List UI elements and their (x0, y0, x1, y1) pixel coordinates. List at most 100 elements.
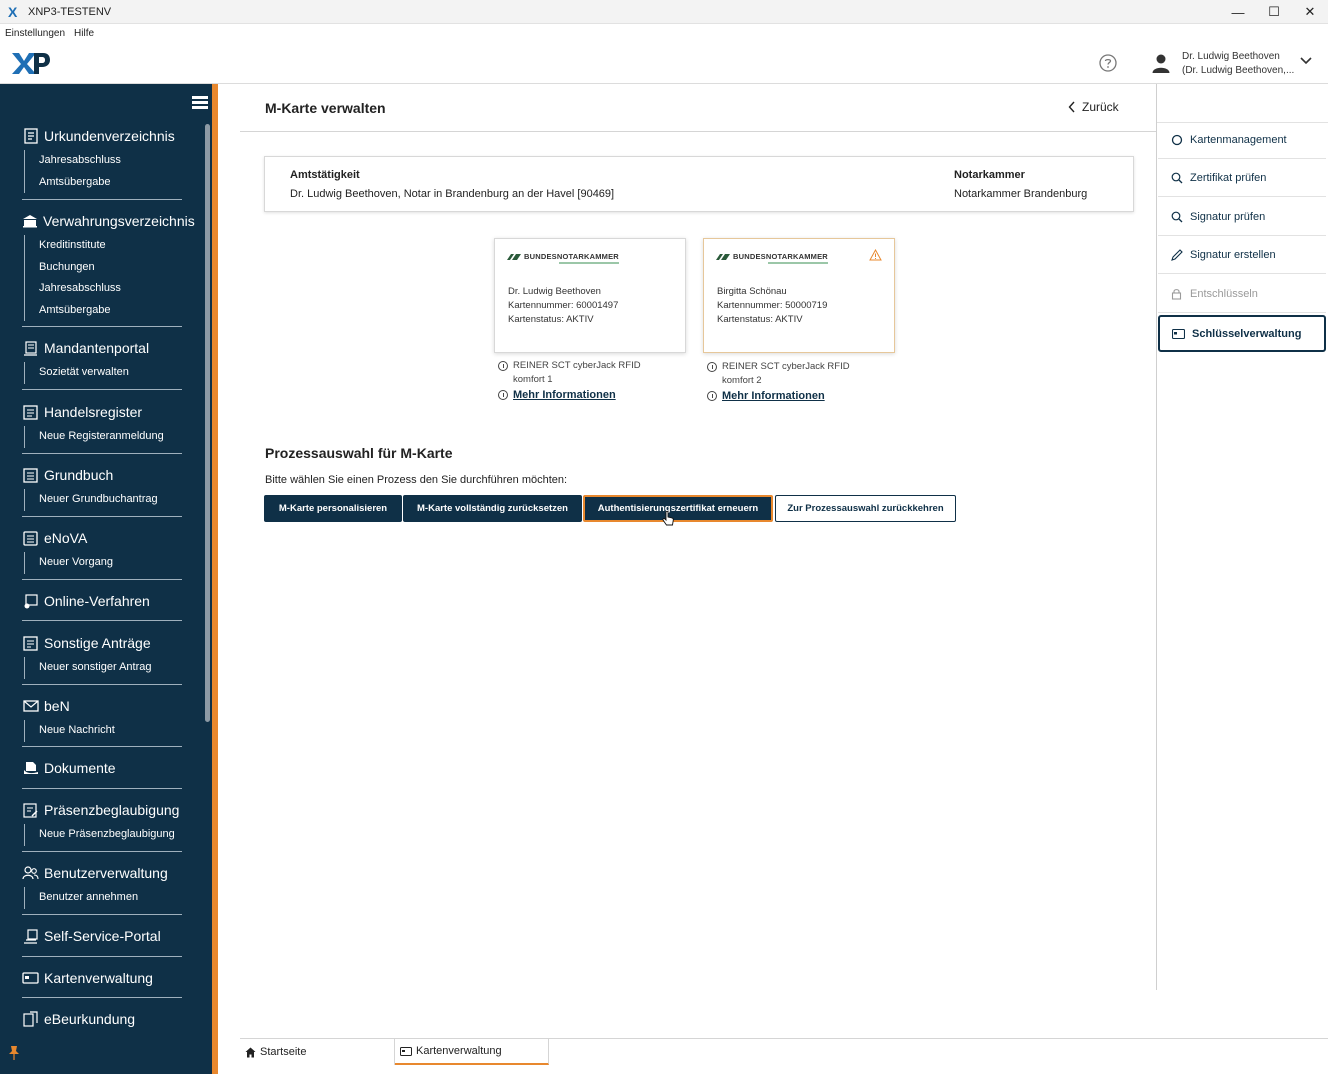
sidebar-divider (22, 579, 182, 580)
sidebar-subitem[interactable]: Buchungen (39, 257, 182, 279)
sidebar-subitem[interactable]: Jahresabschluss (39, 278, 182, 300)
sidebar-item-mandantenportal[interactable]: Mandantenportal (22, 338, 182, 358)
sidebar-item-dokumente[interactable]: Dokumente (22, 758, 182, 778)
action-zertifikat-prüfen[interactable]: Zertifikat prüfen (1158, 160, 1326, 197)
bnotk-logo: BUNDESNOTARKAMMER (716, 252, 828, 261)
reset-card-button[interactable]: M-Karte vollständig zurücksetzen (403, 495, 582, 522)
sidebar-item-label: Benutzerverwaltung (44, 865, 168, 881)
menu-help[interactable]: Hilfe (74, 28, 94, 39)
chamber-value: Notarkammer Brandenburg (954, 188, 1088, 200)
sidebar-subitem[interactable]: Benutzer annehmen (39, 887, 182, 909)
sidebar-item-label: Handelsregister (44, 404, 143, 420)
sidebar-subitem[interactable]: Neue Präsenzbeglaubigung (39, 824, 182, 846)
user-icon[interactable] (1151, 53, 1171, 73)
app-header (0, 42, 1328, 84)
chevron-down-icon[interactable] (1299, 56, 1313, 66)
return-to-process-selection-button[interactable]: Zur Prozessauswahl zurückkehren (775, 495, 956, 522)
minimize-button[interactable]: — (1220, 0, 1256, 24)
sidebar-item-label: Kartenverwaltung (44, 970, 153, 986)
page-title: M-Karte verwalten (265, 100, 386, 116)
sidebar-divider (22, 997, 182, 998)
sidebar-item-ben[interactable]: beN (22, 696, 182, 716)
sidebar-section-4: Handelsregister Neue Registeranmeldung (22, 402, 182, 448)
register-icon (22, 404, 39, 421)
lock-icon (1170, 288, 1183, 301)
card-status: Kartenstatus: AKTIV (717, 314, 803, 325)
process-subtitle: Bitte wählen Sie einen Prozess den Sie d… (265, 474, 568, 486)
right-panel-separator (1156, 84, 1157, 990)
sidebar-subitem[interactable]: Kreditinstitute (39, 235, 182, 257)
hamburger-menu-icon[interactable] (192, 96, 208, 110)
sidebar-item-grundbuch[interactable]: Grundbuch (22, 465, 182, 485)
sidebar-subitem[interactable]: Neue Nachricht (39, 720, 182, 742)
m-card-2[interactable]: BUNDESNOTARKAMMER Birgitta Schönau Karte… (703, 238, 895, 353)
sidebar-item-verwahrungsverzeichnis[interactable]: Verwahrungsverzeichnis (22, 211, 195, 231)
sidebar-subitem[interactable]: Amtsübergabe (39, 300, 182, 322)
users-icon (22, 865, 39, 882)
sidebar-item-enova[interactable]: eNoVA (22, 528, 182, 548)
sidebar-divider (22, 620, 182, 621)
sidebar-subitems: Neuer Grundbuchantrag (24, 489, 182, 511)
sidebar-item-benutzerverwaltung[interactable]: Benutzerverwaltung (22, 863, 182, 883)
sidebar-subitems: Neue Registeranmeldung (24, 426, 182, 448)
action-label: Zertifikat prüfen (1190, 172, 1267, 184)
tab-startseite[interactable]: Startseite (240, 1039, 395, 1065)
tab-kartenverwaltung[interactable]: Kartenverwaltung (395, 1039, 549, 1065)
sidebar-subitem[interactable]: Sozietät verwalten (39, 362, 182, 384)
card-management-icon (22, 970, 39, 987)
sidebar-divider (22, 746, 182, 747)
help-icon[interactable] (1099, 54, 1117, 72)
sidebar-item-ebeurkundung[interactable]: eBeurkundung (22, 1009, 182, 1029)
action-schlüsselverwaltung[interactable]: Schlüsselverwaltung (1158, 315, 1326, 352)
sidebar-subitems: Neuer Vorgang (24, 552, 182, 574)
xnp-logo (12, 53, 50, 74)
sidebar-item-sonstige-anträge[interactable]: Sonstige Anträge (22, 633, 182, 653)
document-list-icon (22, 128, 39, 145)
sidebar-item-präsenzbeglaubigung[interactable]: Präsenzbeglaubigung (22, 800, 182, 820)
sidebar-item-label: Präsenzbeglaubigung (44, 802, 180, 818)
search-icon (1170, 172, 1183, 185)
close-button[interactable]: ✕ (1292, 0, 1328, 24)
sidebar-subitem[interactable]: Jahresabschluss (39, 150, 182, 172)
action-label: Signatur erstellen (1190, 249, 1276, 261)
sidebar-divider (22, 914, 182, 915)
pen-icon (1170, 249, 1183, 262)
more-info-link-1[interactable]: Mehr Informationen (513, 388, 616, 402)
sidebar-subitem[interactable]: Neuer sonstiger Antrag (39, 657, 182, 679)
sidebar-subitem[interactable]: Neuer Vorgang (39, 552, 182, 574)
chevron-left-icon (1068, 101, 1075, 113)
sidebar-section-10: Dokumente (22, 758, 182, 778)
sidebar-item-handelsregister[interactable]: Handelsregister (22, 402, 182, 422)
sidebar-item-label: Dokumente (44, 760, 116, 776)
sidebar-item-label: eNoVA (44, 530, 88, 546)
office-value: Dr. Ludwig Beethoven, Notar in Brandenbu… (290, 188, 615, 200)
sidebar-item-self-service-portal[interactable]: Self-Service-Portal (22, 926, 182, 946)
enova-icon (22, 530, 39, 547)
sidebar-subitem[interactable]: Neuer Grundbuchantrag (39, 489, 182, 511)
action-signatur-prüfen[interactable]: Signatur prüfen (1158, 199, 1326, 236)
more-info-link-2[interactable]: Mehr Informationen (722, 389, 825, 403)
user-info[interactable]: Dr. Ludwig Beethoven (Dr. Ludwig Beethov… (1182, 50, 1294, 78)
sidebar-scrollbar[interactable] (205, 124, 210, 722)
sidebar-subitem[interactable]: Amtsübergabe (39, 172, 182, 194)
sidebar-item-kartenverwaltung[interactable]: Kartenverwaltung (22, 968, 182, 988)
m-card-1[interactable]: BUNDESNOTARKAMMER Dr. Ludwig Beethoven K… (494, 238, 686, 353)
back-button[interactable]: Zurück (1068, 100, 1119, 114)
personalize-card-button[interactable]: M-Karte personalisieren (264, 495, 402, 522)
action-kartenmanagement[interactable]: Kartenmanagement (1158, 122, 1326, 159)
sidebar-accent-bar (212, 84, 218, 1074)
card-holder: Dr. Ludwig Beethoven (508, 286, 601, 297)
sidebar-item-online-verfahren[interactable]: Online-Verfahren (22, 591, 182, 611)
sidebar-subitems: Neue Präsenzbeglaubigung (24, 824, 182, 846)
chamber-label: Notarkammer (954, 169, 1025, 181)
user-name: Dr. Ludwig Beethoven (1182, 51, 1280, 62)
menu-settings[interactable]: Einstellungen (5, 28, 65, 39)
renew-auth-certificate-button[interactable]: Authentisierungszertifikat erneuern (583, 495, 773, 522)
action-signatur-erstellen[interactable]: Signatur erstellen (1158, 237, 1326, 274)
sidebar-subitem[interactable]: Neue Registeranmeldung (39, 426, 182, 448)
maximize-button[interactable]: ☐ (1256, 0, 1292, 24)
pin-icon[interactable] (8, 1045, 20, 1061)
office-label: Amtstätigkeit (290, 169, 360, 181)
card-status: Kartenstatus: AKTIV (508, 314, 594, 325)
sidebar-item-urkundenverzeichnis[interactable]: Urkundenverzeichnis (22, 126, 182, 146)
